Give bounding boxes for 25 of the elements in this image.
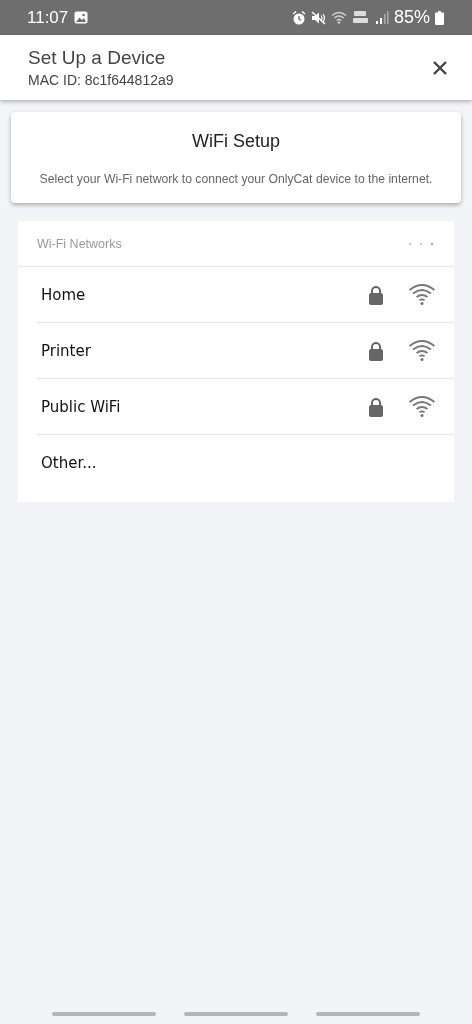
wifi-signal-icon <box>408 339 436 362</box>
mac-id: MAC ID: 8c1f644812a9 <box>28 72 175 88</box>
nav-handle[interactable] <box>52 1012 156 1016</box>
network-item[interactable]: Public WiFi <box>37 379 454 435</box>
section-heading: Wi-Fi Networks <box>37 236 123 251</box>
nav-handle[interactable] <box>184 1012 288 1016</box>
alarm-icon <box>291 10 306 25</box>
mute-icon <box>310 10 326 25</box>
network-item[interactable]: Home <box>37 267 454 323</box>
battery-level: 85% <box>393 7 430 28</box>
nav-handle[interactable] <box>316 1012 420 1016</box>
more-icon[interactable] <box>408 241 434 246</box>
wifi-signal-icon <box>408 395 436 418</box>
other-network-item[interactable]: Other... <box>37 435 454 490</box>
card-title: WiFi Setup <box>191 131 281 152</box>
network-item[interactable]: Printer <box>37 323 454 379</box>
wifi-signal-icon <box>408 283 436 306</box>
card-description: Select your Wi-Fi network to connect your OnlyCat device to the internet. <box>38 172 434 186</box>
status-time: 11:07 <box>27 7 69 28</box>
close-icon <box>432 59 448 76</box>
page-title: Set Up a Device <box>28 47 167 69</box>
signal-icon <box>374 10 389 25</box>
battery-icon <box>435 10 444 25</box>
wifi-icon <box>330 11 347 24</box>
image-icon <box>74 11 89 24</box>
